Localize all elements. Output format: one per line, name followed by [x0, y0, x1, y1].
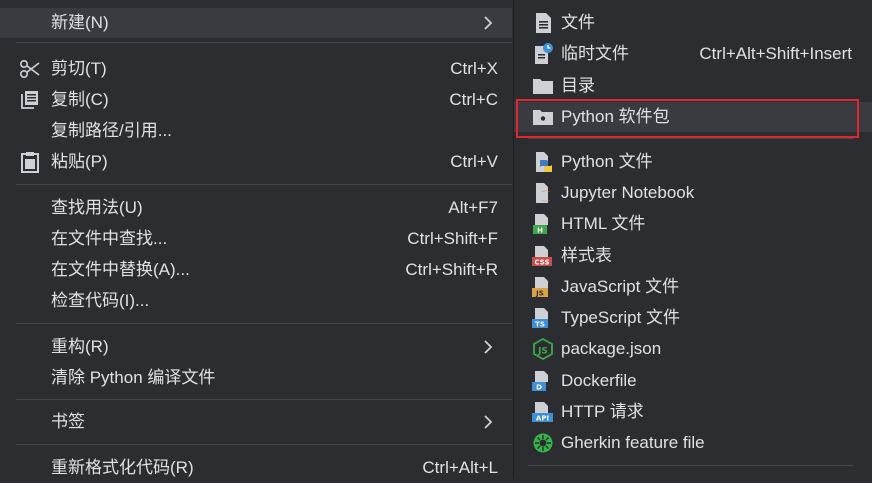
- submenu-item-typescript-file[interactable]: TS TypeScript 文件: [514, 303, 872, 333]
- menu-item-label: 粘贴(P): [51, 152, 108, 171]
- submenu-item-stylesheet[interactable]: CSS 样式表: [514, 241, 872, 271]
- menu-item-label: package.json: [561, 339, 662, 358]
- menu-item-label: 检查代码(I)...: [51, 291, 150, 310]
- submenu-item-gherkin[interactable]: Gherkin feature file: [514, 428, 872, 458]
- nodejs-icon: JS: [533, 338, 553, 360]
- submenu-item-html-file[interactable]: H HTML 文件: [514, 209, 872, 239]
- focus-highlight-box: [516, 99, 859, 138]
- menu-item-label: 清除 Python 编译文件: [51, 368, 216, 387]
- menu-item-label: JavaScript 文件: [561, 277, 680, 296]
- menu-item-label: Python 文件: [561, 152, 653, 171]
- menu-item-label: 在文件中替换(A)...: [51, 260, 190, 279]
- menu-item-label: 临时文件: [561, 44, 629, 63]
- menu-item-inspect-code[interactable]: 检查代码(I)...: [0, 286, 512, 316]
- file-badge: H: [537, 227, 543, 235]
- menu-item-label: 目录: [561, 76, 595, 95]
- menu-separator: [528, 138, 854, 139]
- menu-item-find-usages[interactable]: 查找用法(U) Alt+F7: [0, 193, 512, 223]
- html-file-icon: H: [533, 214, 548, 235]
- menu-item-copy-path[interactable]: 复制路径/引用...: [0, 116, 512, 146]
- copy-icon: [21, 91, 38, 109]
- menu-item-label: 在文件中查找...: [51, 229, 168, 248]
- submenu-item-directory[interactable]: 目录: [514, 71, 872, 101]
- scratch-file-icon: [535, 43, 553, 64]
- dockerfile-icon: D: [532, 371, 548, 392]
- submenu-item-http-request[interactable]: API HTTP 请求: [514, 397, 872, 427]
- new-submenu: 文件 临时文件 Ctrl+Alt+Shift+Insert 目录 Python …: [514, 0, 872, 479]
- submenu-item-package-json[interactable]: JS package.json: [514, 334, 872, 364]
- menu-item-new[interactable]: 新建(N): [0, 8, 512, 38]
- menu-item-label: Jupyter Notebook: [561, 183, 695, 202]
- shortcut-label: Ctrl+Alt+Shift+Insert: [699, 44, 852, 63]
- shortcut-label: Ctrl+Shift+F: [407, 229, 498, 248]
- menu-item-label: 查找用法(U): [51, 198, 143, 217]
- file-icon: [536, 13, 551, 33]
- shortcut-label: Ctrl+V: [450, 152, 498, 171]
- ts-file-icon: TS: [532, 308, 548, 329]
- menu-item-label: TypeScript 文件: [561, 308, 681, 327]
- clipboard-icon: [21, 152, 39, 173]
- menu-item-find-in-files[interactable]: 在文件中查找... Ctrl+Shift+F: [0, 224, 512, 254]
- js-file-icon: JS: [532, 277, 548, 298]
- menu-item-label: 剪切(T): [51, 59, 107, 78]
- file-badge: API: [536, 415, 549, 423]
- menu-item-bookmarks[interactable]: 书签: [0, 407, 512, 437]
- folder-icon: [533, 79, 553, 94]
- menu-item-label: Gherkin feature file: [561, 433, 705, 452]
- chevron-right-icon: [484, 415, 493, 429]
- submenu-item-scratch-file[interactable]: 临时文件 Ctrl+Alt+Shift+Insert: [514, 39, 872, 69]
- file-badge: D: [536, 384, 542, 392]
- shortcut-label: Ctrl+C: [449, 90, 498, 109]
- menu-separator: [16, 323, 512, 324]
- file-badge: JS: [535, 290, 544, 298]
- svg-text:JS: JS: [537, 347, 548, 357]
- menu-item-label: 样式表: [561, 246, 612, 265]
- gherkin-icon: [533, 433, 553, 453]
- menu-separator: [16, 42, 512, 43]
- python-file-icon: [536, 152, 552, 172]
- menu-item-clean-python[interactable]: 清除 Python 编译文件: [0, 363, 512, 393]
- menu-item-label: 复制(C): [51, 90, 109, 109]
- css-file-icon: CSS: [532, 246, 552, 267]
- shortcut-label: Ctrl+X: [450, 59, 498, 78]
- chevron-right-icon: [484, 340, 493, 354]
- menu-separator: [16, 444, 512, 445]
- submenu-item-dockerfile[interactable]: D Dockerfile: [514, 366, 872, 396]
- shortcut-label: Ctrl+Shift+R: [405, 260, 498, 279]
- menu-item-label: 复制路径/引用...: [51, 121, 172, 140]
- menu-item-label: 重构(R): [51, 337, 109, 356]
- menu-item-cut[interactable]: 剪切(T) Ctrl+X: [0, 54, 512, 84]
- http-file-icon: API: [532, 402, 553, 423]
- menu-item-label: 文件: [561, 13, 595, 32]
- submenu-item-file[interactable]: 文件: [514, 8, 872, 38]
- menu-item-label: 新建(N): [51, 13, 109, 32]
- menu-item-label: Dockerfile: [561, 371, 637, 390]
- menu-item-refactor[interactable]: 重构(R): [0, 332, 512, 362]
- menu-separator: [16, 184, 512, 185]
- menu-item-label: HTTP 请求: [561, 402, 644, 421]
- menu-item-paste[interactable]: 粘贴(P) Ctrl+V: [0, 147, 512, 177]
- menu-item-label: HTML 文件: [561, 214, 646, 233]
- submenu-item-javascript-file[interactable]: JS JavaScript 文件: [514, 272, 872, 302]
- shortcut-label: Alt+F7: [448, 198, 498, 217]
- project-context-menu: 新建(N) 剪切(T) Ctrl+X 复制(C) Ctrl+C 复制路径/引用.…: [0, 0, 514, 479]
- menu-item-replace-in-files[interactable]: 在文件中替换(A)... Ctrl+Shift+R: [0, 255, 512, 285]
- file-badge: CSS: [534, 259, 549, 267]
- scissors-icon: [19, 59, 40, 79]
- submenu-item-python-file[interactable]: Python 文件: [514, 147, 872, 177]
- submenu-item-jupyter[interactable]: Jupyter Notebook: [514, 178, 872, 208]
- jupyter-icon: [536, 183, 551, 203]
- chevron-right-icon: [484, 16, 493, 30]
- menu-separator: [16, 399, 512, 400]
- menu-separator: [528, 465, 854, 466]
- menu-item-copy[interactable]: 复制(C) Ctrl+C: [0, 85, 512, 115]
- menu-item-label: 书签: [51, 412, 85, 431]
- file-badge: TS: [535, 321, 545, 329]
